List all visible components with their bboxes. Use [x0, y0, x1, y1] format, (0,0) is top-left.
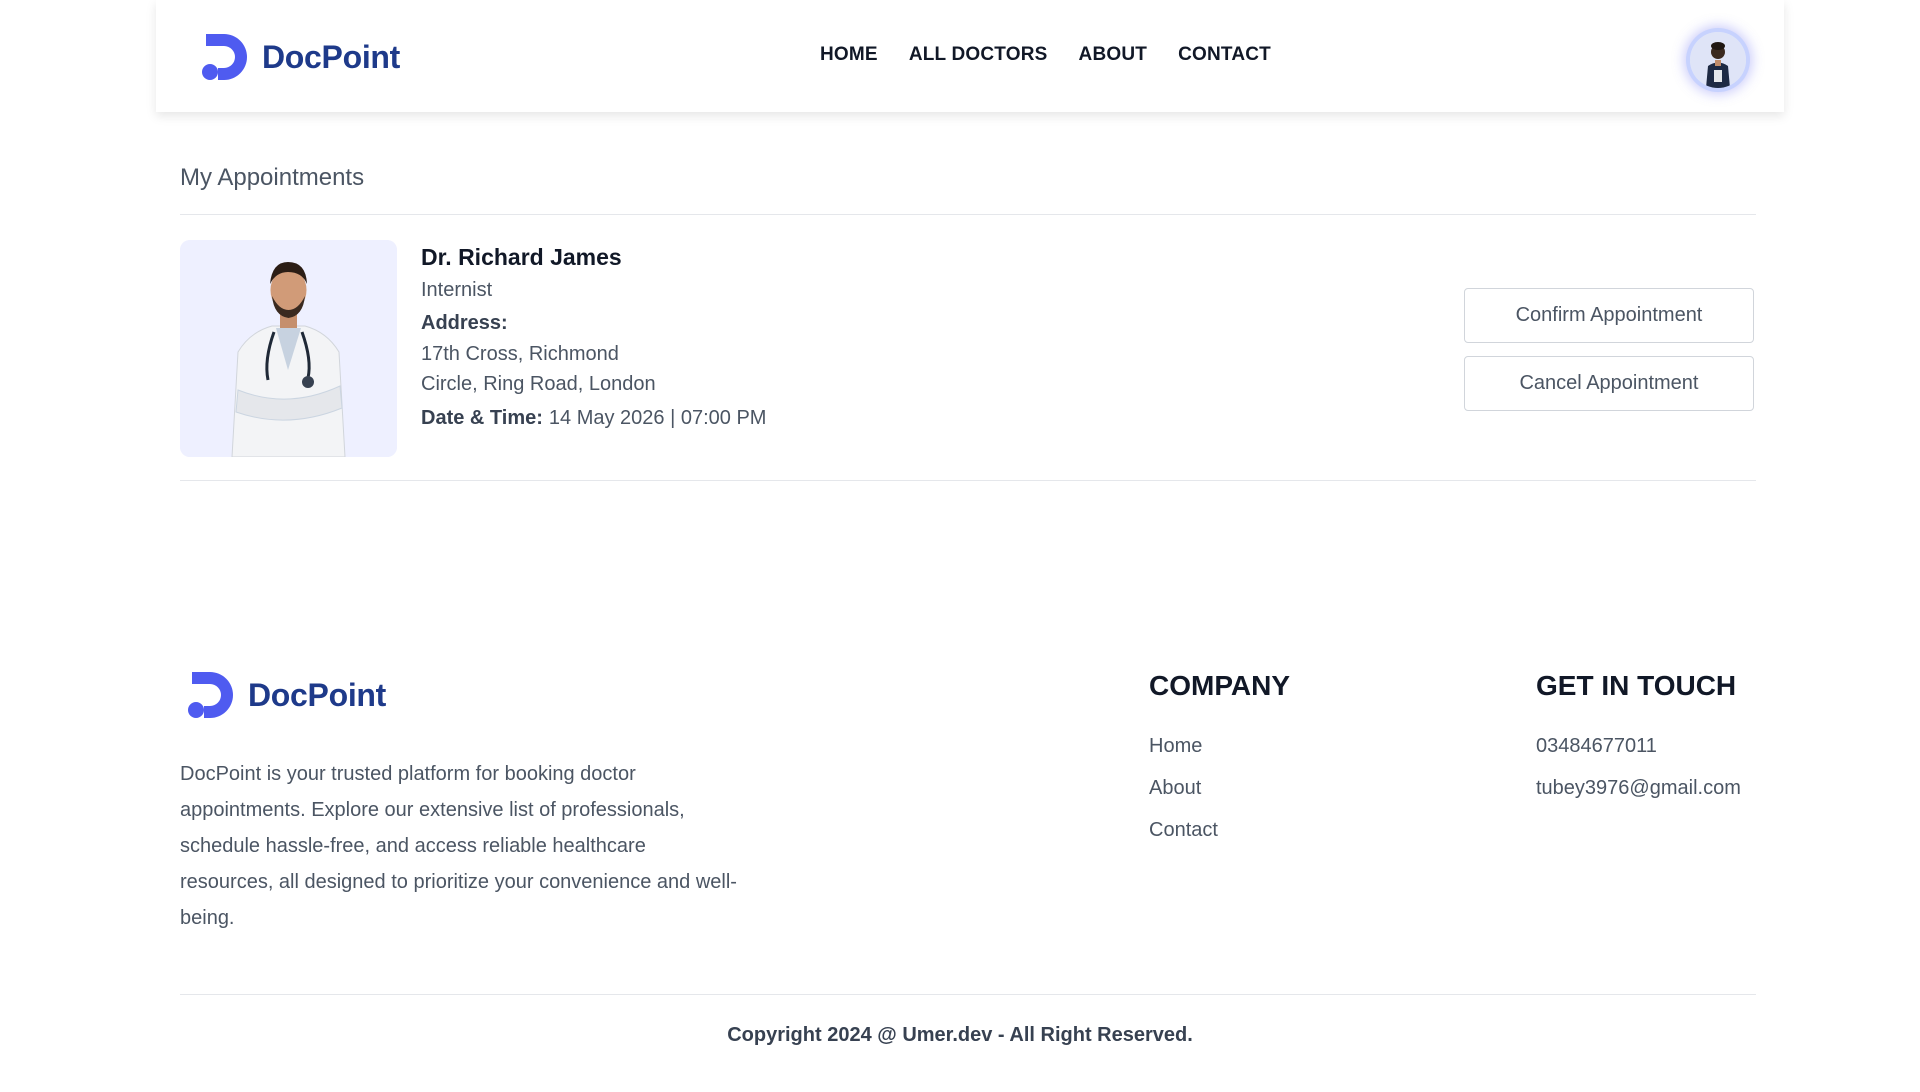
user-avatar-icon: [1690, 32, 1746, 88]
divider: [180, 994, 1756, 995]
nav-item-home[interactable]: HOME: [820, 44, 878, 66]
address-label: Address:: [421, 312, 508, 334]
datetime-label: Date & Time:: [421, 407, 543, 429]
cancel-appointment-button[interactable]: Cancel Appointment: [1464, 356, 1754, 411]
appointment-datetime: Date & Time: 14 May 2026 | 07:00 PM: [421, 407, 766, 430]
footer-brand-name: DocPoint: [248, 676, 387, 713]
footer-link-about[interactable]: About: [1149, 767, 1218, 809]
address-line-1: 17th Cross, Richmond: [421, 343, 619, 365]
nav-links: HOME ALL DOCTORS ABOUT CONTACT: [820, 44, 1271, 66]
docpoint-logo-icon: [202, 34, 247, 80]
footer-contact-list: 03484677011 tubey3976@gmail.com: [1536, 725, 1741, 809]
divider: [180, 214, 1756, 215]
navbar: DocPoint HOME ALL DOCTORS ABOUT CONTACT: [156, 0, 1784, 112]
footer-description: DocPoint is your trusted platform for bo…: [180, 763, 737, 929]
footer-link-home[interactable]: Home: [1149, 725, 1218, 767]
doctor-image-icon: [180, 240, 397, 457]
doctor-name: Dr. Richard James: [421, 244, 622, 270]
docpoint-logo-icon: [188, 672, 233, 718]
nav-item-about[interactable]: ABOUT: [1079, 44, 1148, 66]
datetime-value: 14 May 2026 | 07:00 PM: [548, 407, 767, 429]
footer-contact-title: GET IN TOUCH: [1536, 670, 1737, 701]
confirm-appointment-button[interactable]: Confirm Appointment: [1464, 288, 1754, 343]
nav-item-contact[interactable]: CONTACT: [1178, 44, 1271, 66]
footer-email[interactable]: tubey3976@gmail.com: [1536, 767, 1741, 809]
divider: [180, 480, 1756, 481]
footer-brand: DocPoint: [184, 668, 386, 722]
footer-link-contact[interactable]: Contact: [1149, 809, 1218, 851]
brand-name: DocPoint: [262, 38, 401, 75]
footer-phone: 03484677011: [1536, 735, 1657, 757]
page: DocPoint HOME ALL DOCTORS ABOUT CONTACT …: [0, 0, 1920, 1092]
doctor-speciality: Internist: [421, 279, 493, 301]
user-avatar-button[interactable]: [1690, 32, 1746, 88]
address-line-2: Circle, Ring Road, London: [421, 373, 656, 395]
appointment-details: Dr. Richard James Internist Address: 17t…: [421, 244, 766, 430]
doctor-photo: [180, 240, 397, 457]
copyright-text: Copyright 2024 @ Umer.dev - All Right Re…: [727, 1024, 1193, 1046]
nav-item-all-doctors[interactable]: ALL DOCTORS: [909, 44, 1048, 66]
footer-company-title: COMPANY: [1149, 670, 1291, 701]
footer-company-links: Home About Contact: [1149, 725, 1218, 851]
page-title: My Appointments: [180, 164, 365, 191]
brand-logo[interactable]: DocPoint: [198, 30, 400, 84]
